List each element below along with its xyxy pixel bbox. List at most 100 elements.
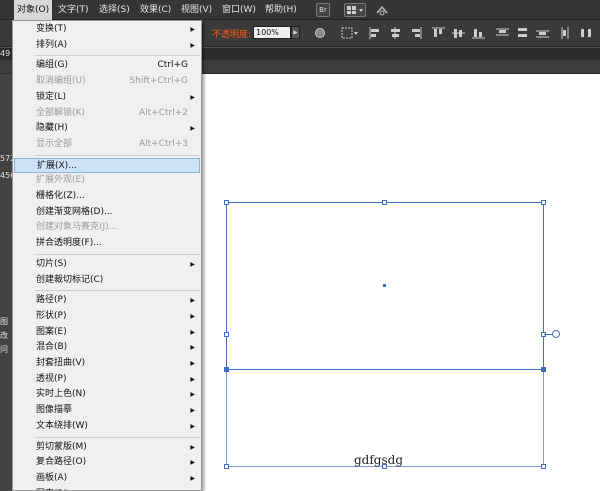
artboard-canvas[interactable]: gdfgsdg <box>200 74 600 491</box>
menu-separator <box>35 253 200 255</box>
align-bottom-icon[interactable] <box>472 27 485 39</box>
handle-middle-left[interactable] <box>224 332 229 337</box>
menu-item[interactable]: 透视(P) ▶ <box>14 372 200 388</box>
submenu-arrow-icon: ▶ <box>190 360 195 367</box>
bridge-button[interactable]: Br <box>316 3 330 17</box>
menu-item[interactable]: 形状(P) ▶ <box>14 309 200 325</box>
menu-item-label: 编组(G) <box>36 60 68 71</box>
handle-top-right[interactable] <box>541 200 546 205</box>
menu-item[interactable]: 取消编组(U) Shift+Ctrl+G <box>14 74 200 90</box>
menu-item[interactable]: 隐藏(H) ▶ <box>14 121 200 137</box>
menu-item-label: 扩展(X)... <box>37 160 77 171</box>
menu-item-label: 隐藏(H) <box>36 123 68 134</box>
distribute-top-icon[interactable] <box>496 27 509 39</box>
menu-item[interactable]: 文本绕排(W) ▶ <box>14 419 200 435</box>
menu-separator <box>35 55 200 57</box>
menu-item[interactable]: 路径(P) ▶ <box>14 293 200 309</box>
menu-item-label: 图表(R) <box>36 487 67 490</box>
rotate-handle[interactable] <box>552 330 560 338</box>
menu-item[interactable]: 剪切蒙版(M) ▶ <box>14 440 200 456</box>
menu-item-label: 切片(S) <box>36 258 67 269</box>
menu-item[interactable]: 图案(E) ▶ <box>14 325 200 341</box>
menu-item[interactable]: 画板(A) ▶ <box>14 471 200 487</box>
arrange-documents-icon[interactable] <box>344 3 366 17</box>
menu-item[interactable]: 实时上色(N) ▶ <box>14 387 200 403</box>
opacity-label[interactable]: 不透明度: <box>212 27 251 40</box>
menu-item[interactable]: 切片(S) ▶ <box>14 257 200 273</box>
menu-item[interactable]: 封套扭曲(V) ▶ <box>14 356 200 372</box>
menu-item[interactable]: 图像描摹 ▶ <box>14 403 200 419</box>
menu-item-label: 剪切蒙版(M) <box>36 441 87 452</box>
tab-fragment[interactable]: 49 <box>0 49 10 58</box>
align-center-icon[interactable] <box>389 27 402 39</box>
canvas-text[interactable]: gdfgsdg <box>354 453 403 467</box>
menu-item[interactable]: 复合路径(O) ▶ <box>14 455 200 471</box>
text-handle-bottom-right[interactable] <box>541 464 546 469</box>
distribute-middle-icon[interactable] <box>516 27 529 39</box>
handle-top-middle[interactable] <box>382 200 387 205</box>
menu-item-label: 变换(T) <box>36 24 67 34</box>
menu-item-label: 锁定(L) <box>36 91 67 102</box>
menu-effect[interactable]: 效果(C) <box>137 0 174 20</box>
text-handle-bottom-left[interactable] <box>224 464 229 469</box>
menu-item-label: 扩展外观(E) <box>36 175 85 186</box>
menu-item-label: 路径(P) <box>36 295 67 306</box>
menu-item[interactable]: 混合(B) ▶ <box>14 340 200 356</box>
transform-reference-icon[interactable] <box>341 27 359 39</box>
menu-item[interactable]: 扩展(X)... <box>14 157 200 174</box>
menu-item-shortcut: Alt+Ctrl+3 <box>138 138 188 149</box>
submenu-arrow-icon: ▶ <box>190 407 195 415</box>
menu-item-label: 栅格化(Z)... <box>36 191 85 201</box>
menu-type[interactable]: 文字(T) <box>55 0 92 20</box>
menu-item-label: 透视(P) <box>36 373 67 384</box>
distribute-bottom-icon[interactable] <box>536 27 549 39</box>
menu-window[interactable]: 窗口(W) <box>219 0 259 20</box>
align-left-icon[interactable] <box>369 27 382 39</box>
menu-bar: 对象(O) 文字(T) 选择(S) 效果(C) 视图(V) 窗口(W) 帮助(H… <box>0 0 600 20</box>
menu-item[interactable]: 创建裁切标记(C) <box>14 273 200 289</box>
menu-item-label: 排列(A) <box>36 39 68 50</box>
sync-icon[interactable] <box>374 3 390 20</box>
menu-item-label: 画板(A) <box>36 472 68 483</box>
align-right-icon[interactable] <box>409 27 422 39</box>
distribute-left-icon[interactable] <box>560 27 573 39</box>
menu-view[interactable]: 视图(V) <box>178 0 215 20</box>
submenu-arrow-icon: ▶ <box>190 297 195 305</box>
handle-top-left[interactable] <box>224 200 229 205</box>
menu-item[interactable]: 创建对象马赛克(J)... <box>14 220 200 236</box>
menu-item[interactable]: 全部解锁(K) Alt+Ctrl+2 <box>14 106 200 122</box>
menu-item[interactable]: 编组(G) Ctrl+G <box>14 58 200 74</box>
menu-item[interactable]: 排列(A) ▶ <box>14 38 200 54</box>
distribute-center-icon[interactable] <box>580 27 593 39</box>
submenu-arrow-icon: ▶ <box>190 487 195 490</box>
submenu-arrow-icon: ▶ <box>190 474 195 482</box>
submenu-arrow-icon: ▶ <box>190 260 195 268</box>
menu-help[interactable]: 帮助(H) <box>262 0 300 20</box>
menu-item[interactable]: 拼合透明度(F)... <box>14 236 200 252</box>
menu-object[interactable]: 对象(O) <box>14 0 53 20</box>
menu-item-label: 创建对象马赛克(J)... <box>36 222 118 233</box>
menu-item-shortcut: Alt+Ctrl+2 <box>138 107 188 118</box>
align-middle-icon[interactable] <box>452 27 465 39</box>
align-top-icon[interactable] <box>432 27 445 39</box>
handle-bottom-right[interactable] <box>541 367 546 372</box>
submenu-arrow-icon: ▶ <box>190 443 195 451</box>
menu-item[interactable]: 锁定(L) ▶ <box>14 90 200 106</box>
handle-bottom-left[interactable] <box>224 367 229 372</box>
menu-item-label: 实时上色(N) <box>36 389 86 400</box>
submenu-arrow-icon: ▶ <box>190 41 195 49</box>
object-menu: 变换(T) ▶ 排列(A) ▶ 编组(G) Ctrl+G 取消编组(U) Shift+Ctrl… <box>12 20 202 491</box>
menu-item[interactable]: 栅格化(Z)... <box>14 189 200 205</box>
submenu-arrow-icon: ▶ <box>190 422 195 430</box>
menu-item[interactable]: 显示全部 Alt+Ctrl+3 <box>14 137 200 153</box>
menu-item[interactable]: 变换(T) ▶ <box>14 22 200 38</box>
opacity-field[interactable]: 100% <box>253 26 291 39</box>
menu-item[interactable]: 创建渐变网格(D)... <box>14 205 200 221</box>
menu-item[interactable]: 扩展外观(E) <box>14 173 200 189</box>
menu-item[interactable]: 图表(R) ▶ <box>14 487 200 490</box>
submenu-arrow-icon: ▶ <box>190 375 195 383</box>
menu-item-label: 文本绕排(W) <box>36 420 88 431</box>
recolor-icon[interactable] <box>314 27 327 39</box>
menu-select[interactable]: 选择(S) <box>96 0 133 20</box>
opacity-dropdown-icon[interactable]: ▶ <box>291 26 300 39</box>
